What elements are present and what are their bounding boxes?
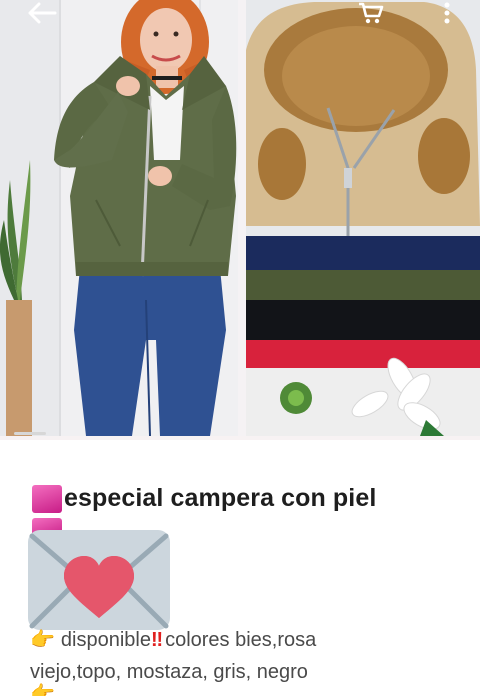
availability-line: 👉 disponible‼ colores bies,rosa bbox=[30, 624, 470, 656]
product-title-line: especial campera con piel bbox=[32, 484, 376, 513]
product-photo-model[interactable] bbox=[0, 0, 242, 436]
colors-text-2: viejo,topo, mostaza, gris, negro bbox=[30, 661, 308, 683]
product-details: 👉 disponible‼ colores bies,rosa viejo,topo… bbox=[30, 624, 470, 688]
pointing-hand-icon: 👉 bbox=[30, 629, 55, 651]
image-divider bbox=[238, 0, 246, 436]
arrow-left-icon bbox=[28, 2, 57, 24]
pointing-hand-icon: 👉 bbox=[30, 683, 55, 696]
product-description: especial campera con piel 👉 disponible‼ co… bbox=[0, 440, 480, 696]
availability-word: disponible bbox=[60, 629, 151, 651]
product-image-carousel[interactable] bbox=[0, 0, 480, 440]
shopping-cart-icon bbox=[359, 2, 384, 24]
product-title: especial campera con piel bbox=[64, 484, 377, 512]
love-letter-icon bbox=[28, 530, 170, 630]
colors-text: colores bies,rosa bbox=[165, 629, 317, 651]
product-photo-colors[interactable] bbox=[244, 0, 480, 436]
pink-square-emoji-icon bbox=[32, 484, 62, 513]
folded-jackets-illustration bbox=[244, 0, 480, 436]
double-exclamation-icon: ‼ bbox=[150, 629, 163, 651]
more-options-button[interactable] bbox=[436, 0, 458, 26]
cart-button[interactable] bbox=[356, 0, 386, 26]
image-page-indicator bbox=[14, 432, 46, 435]
model-jacket-illustration bbox=[0, 0, 242, 436]
more-vertical-icon bbox=[444, 2, 450, 24]
back-button[interactable] bbox=[24, 0, 60, 26]
